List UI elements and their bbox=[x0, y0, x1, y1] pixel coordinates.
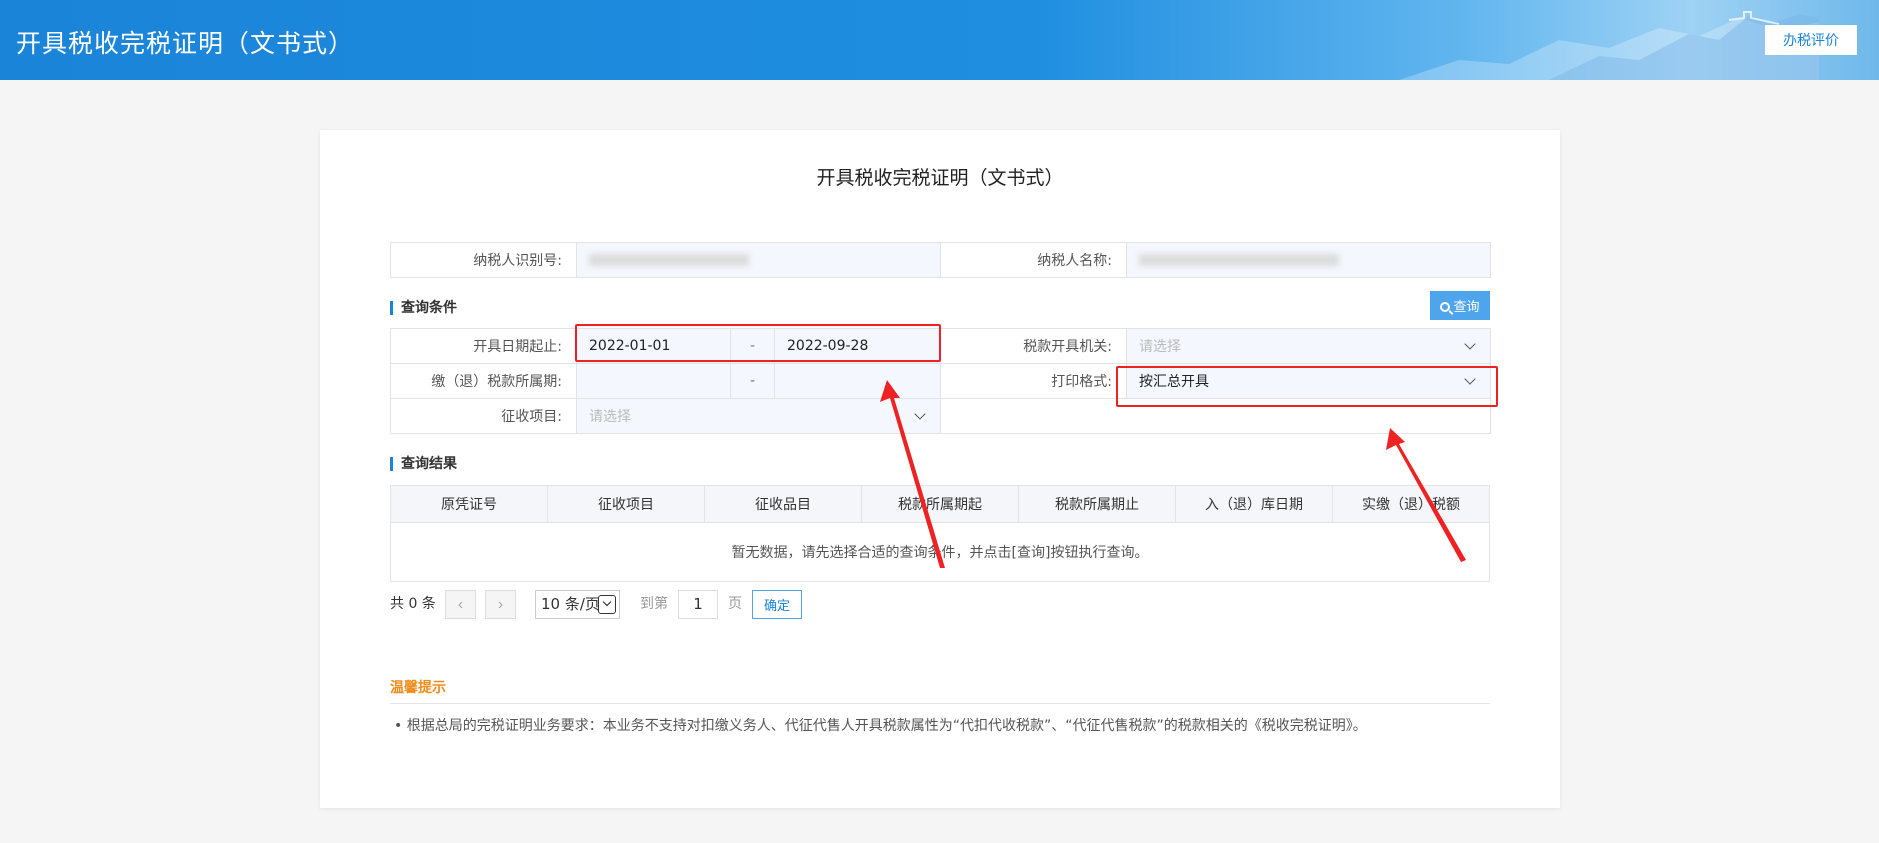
print-format-value: 按汇总开具 bbox=[1139, 374, 1209, 390]
date-range-separator: - bbox=[730, 328, 775, 364]
query-button[interactable]: 查询 bbox=[1430, 291, 1490, 320]
page-number-input[interactable]: 1 bbox=[678, 590, 718, 619]
confirm-page-button[interactable]: 确定 bbox=[752, 590, 802, 619]
taxpayer-info-table: 纳税人识别号: 纳税人名称: bbox=[390, 242, 1491, 278]
tax-period-label: 缴（退）税款所属期: bbox=[390, 363, 577, 399]
tax-period-end-input[interactable] bbox=[774, 363, 941, 399]
redacted-taxpayer-name bbox=[1139, 254, 1339, 266]
tax-office-select[interactable]: 请选择 bbox=[1126, 328, 1491, 364]
query-conditions-table: 开具日期起止: 2022-01-01 - 2022-09-28 税款开具机关: … bbox=[390, 328, 1491, 434]
result-section-title: 查询结果 bbox=[390, 457, 457, 471]
empty-cell bbox=[940, 398, 1491, 434]
taxpayer-id-value bbox=[576, 242, 941, 278]
next-page-button[interactable]: › bbox=[485, 590, 516, 619]
tips-title: 温馨提示 bbox=[390, 680, 446, 696]
page-title: 开具税收完税证明（文书式） bbox=[16, 29, 355, 58]
column-header: 原凭证号 bbox=[390, 485, 548, 523]
levy-item-placeholder: 请选择 bbox=[589, 409, 631, 425]
top-header: 开具税收完税证明（文书式） 办税评价 bbox=[0, 0, 1879, 80]
levy-item-select[interactable]: 请选择 bbox=[576, 398, 941, 434]
tax-office-label: 税款开具机关: bbox=[940, 328, 1127, 364]
period-range-separator: - bbox=[730, 363, 775, 399]
search-icon bbox=[1440, 302, 1451, 312]
column-header: 入（退）库日期 bbox=[1175, 485, 1333, 523]
taxpayer-id-label: 纳税人识别号: bbox=[390, 242, 577, 278]
levy-item-label: 征收项目: bbox=[390, 398, 577, 434]
tax-evaluation-button[interactable]: 办税评价 bbox=[1765, 25, 1857, 55]
column-header: 征收品目 bbox=[704, 485, 862, 523]
total-count: 共 0 条 bbox=[390, 596, 436, 612]
issue-date-end-input[interactable]: 2022-09-28 bbox=[774, 328, 941, 364]
column-header: 实缴（退）税额 bbox=[1332, 485, 1490, 523]
result-table: 原凭证号 征收项目 征收品目 税款所属期起 税款所属期止 入（退）库日期 实缴（… bbox=[390, 485, 1490, 582]
result-header-row: 原凭证号 征收项目 征收品目 税款所属期起 税款所属期止 入（退）库日期 实缴（… bbox=[390, 485, 1490, 523]
goto-label: 到第 bbox=[640, 596, 668, 612]
tax-period-start-input[interactable] bbox=[576, 363, 731, 399]
chevron-down-icon bbox=[598, 595, 616, 614]
chevron-down-icon bbox=[914, 408, 926, 420]
column-header: 税款所属期止 bbox=[1018, 485, 1176, 523]
column-header: 税款所属期起 bbox=[861, 485, 1019, 523]
page-suffix: 页 bbox=[728, 596, 742, 612]
chevron-down-icon bbox=[1464, 338, 1476, 350]
chevron-down-icon bbox=[1464, 373, 1476, 385]
page-size-select[interactable]: 10 条/页 bbox=[535, 590, 620, 619]
great-wall-decoration bbox=[1399, 11, 1819, 80]
issue-date-label: 开具日期起止: bbox=[390, 328, 577, 364]
issue-date-start-input[interactable]: 2022-01-01 bbox=[576, 328, 731, 364]
empty-message: 暂无数据，请先选择合适的查询条件，并点击[查询]按钮执行查询。 bbox=[390, 522, 1490, 582]
card-title: 开具税收完税证明（文书式） bbox=[816, 167, 1064, 189]
tips-text: • 根据总局的完税证明业务要求：本业务不支持对扣缴义务人、代征代售人开具税款属性… bbox=[394, 718, 1367, 734]
prev-page-button[interactable]: ‹ bbox=[445, 590, 476, 619]
taxpayer-name-value bbox=[1126, 242, 1491, 278]
column-header: 征收项目 bbox=[547, 485, 705, 523]
table-row: 暂无数据，请先选择合适的查询条件，并点击[查询]按钮执行查询。 bbox=[390, 522, 1490, 582]
print-format-select[interactable]: 按汇总开具 bbox=[1126, 363, 1491, 399]
query-section-title: 查询条件 bbox=[390, 301, 457, 315]
print-format-label: 打印格式: bbox=[940, 363, 1127, 399]
main-card: 开具税收完税证明（文书式） 纳税人识别号: 纳税人名称: 查询条件 查询 开具日… bbox=[320, 130, 1560, 808]
tips-divider bbox=[390, 703, 1490, 704]
redacted-taxpayer-id bbox=[589, 254, 749, 266]
taxpayer-name-label: 纳税人名称: bbox=[940, 242, 1127, 278]
tax-office-placeholder: 请选择 bbox=[1139, 339, 1181, 355]
